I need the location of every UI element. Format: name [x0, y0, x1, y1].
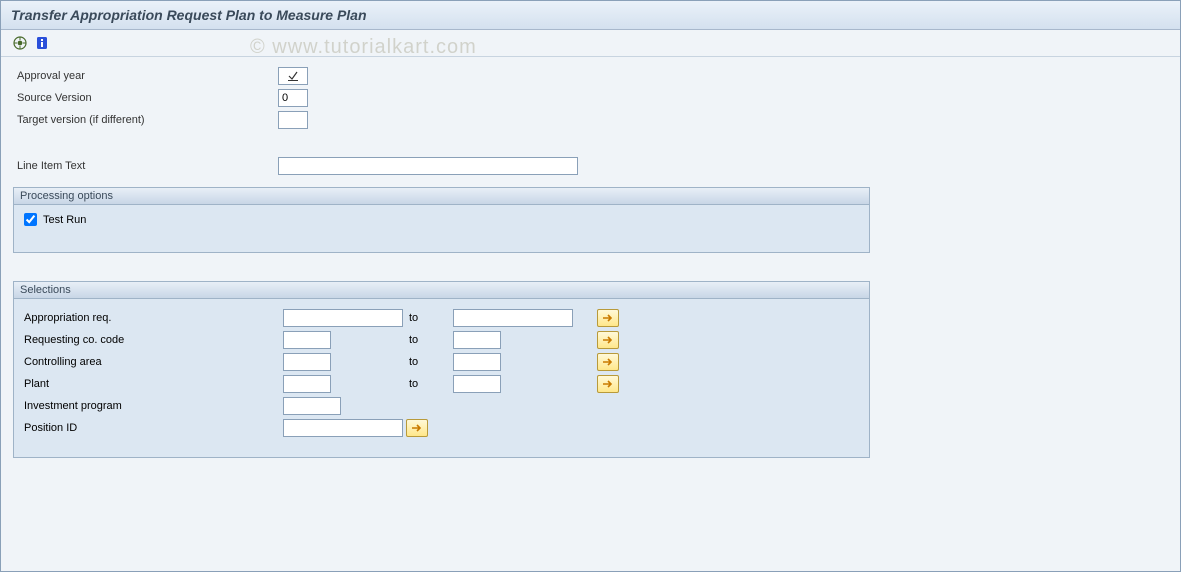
approval-year-row: Approval year [13, 65, 1168, 87]
requesting-co-code-row: Requesting co. code to [24, 329, 622, 351]
to-label-3: to [409, 356, 418, 368]
controlling-area-to-field[interactable] [453, 353, 501, 371]
processing-options-header: Processing options [14, 188, 869, 205]
investment-program-label: Investment program [24, 400, 122, 412]
approval-year-label: Approval year [13, 70, 278, 82]
requesting-co-code-multi-button[interactable] [597, 331, 619, 349]
controlling-area-from-field[interactable] [283, 353, 331, 371]
requesting-co-code-to-field[interactable] [453, 331, 501, 349]
selections-group: Selections Appropriation req. to [13, 281, 870, 458]
source-version-label: Source Version [13, 92, 278, 104]
information-button[interactable] [33, 34, 51, 52]
selections-table: Appropriation req. to Requesting co. cod… [24, 307, 622, 439]
appropriation-req-label: Appropriation req. [24, 312, 111, 324]
controlling-area-label: Controlling area [24, 356, 102, 368]
arrow-right-icon [602, 313, 614, 323]
selections-header: Selections [14, 282, 869, 299]
controlling-area-multi-button[interactable] [597, 353, 619, 371]
line-item-text-row: Line Item Text [13, 155, 1168, 177]
required-check-icon [287, 70, 299, 82]
appropriation-req-multi-button[interactable] [597, 309, 619, 327]
line-item-text-label: Line Item Text [13, 160, 278, 172]
to-label-4: to [409, 378, 418, 390]
arrow-right-icon [411, 423, 423, 433]
to-label-2: to [409, 334, 418, 346]
position-id-row: Position ID [24, 417, 622, 439]
plant-to-field[interactable] [453, 375, 501, 393]
plant-label: Plant [24, 378, 49, 390]
test-run-row: Test Run [24, 213, 859, 226]
position-id-field[interactable] [283, 419, 403, 437]
execute-button[interactable] [11, 34, 29, 52]
approval-year-field[interactable] [278, 67, 308, 85]
controlling-area-row: Controlling area to [24, 351, 622, 373]
line-item-text-field[interactable] [278, 157, 578, 175]
toolbar [1, 30, 1180, 57]
position-id-label: Position ID [24, 422, 77, 434]
appropriation-req-from-field[interactable] [283, 309, 403, 327]
arrow-right-icon [602, 335, 614, 345]
investment-program-row: Investment program [24, 395, 622, 417]
position-id-multi-button[interactable] [406, 419, 428, 437]
target-version-row: Target version (if different) [13, 109, 1168, 131]
plant-from-field[interactable] [283, 375, 331, 393]
appropriation-req-row: Appropriation req. to [24, 307, 622, 329]
processing-options-group: Processing options Test Run [13, 187, 870, 253]
requesting-co-code-from-field[interactable] [283, 331, 331, 349]
test-run-checkbox[interactable] [24, 213, 37, 226]
arrow-right-icon [602, 379, 614, 389]
appropriation-req-to-field[interactable] [453, 309, 573, 327]
requesting-co-code-label: Requesting co. code [24, 334, 124, 346]
page-title: Transfer Appropriation Request Plan to M… [1, 1, 1180, 30]
content-area: Approval year Source Version Target vers… [1, 57, 1180, 466]
plant-multi-button[interactable] [597, 375, 619, 393]
source-version-row: Source Version [13, 87, 1168, 109]
arrow-right-icon [602, 357, 614, 367]
app-window: Transfer Appropriation Request Plan to M… [0, 0, 1181, 572]
plant-row: Plant to [24, 373, 622, 395]
source-version-field[interactable] [278, 89, 308, 107]
target-version-field[interactable] [278, 111, 308, 129]
test-run-label: Test Run [43, 214, 86, 226]
to-label-1: to [409, 312, 418, 324]
target-version-label: Target version (if different) [13, 114, 278, 126]
investment-program-field[interactable] [283, 397, 341, 415]
